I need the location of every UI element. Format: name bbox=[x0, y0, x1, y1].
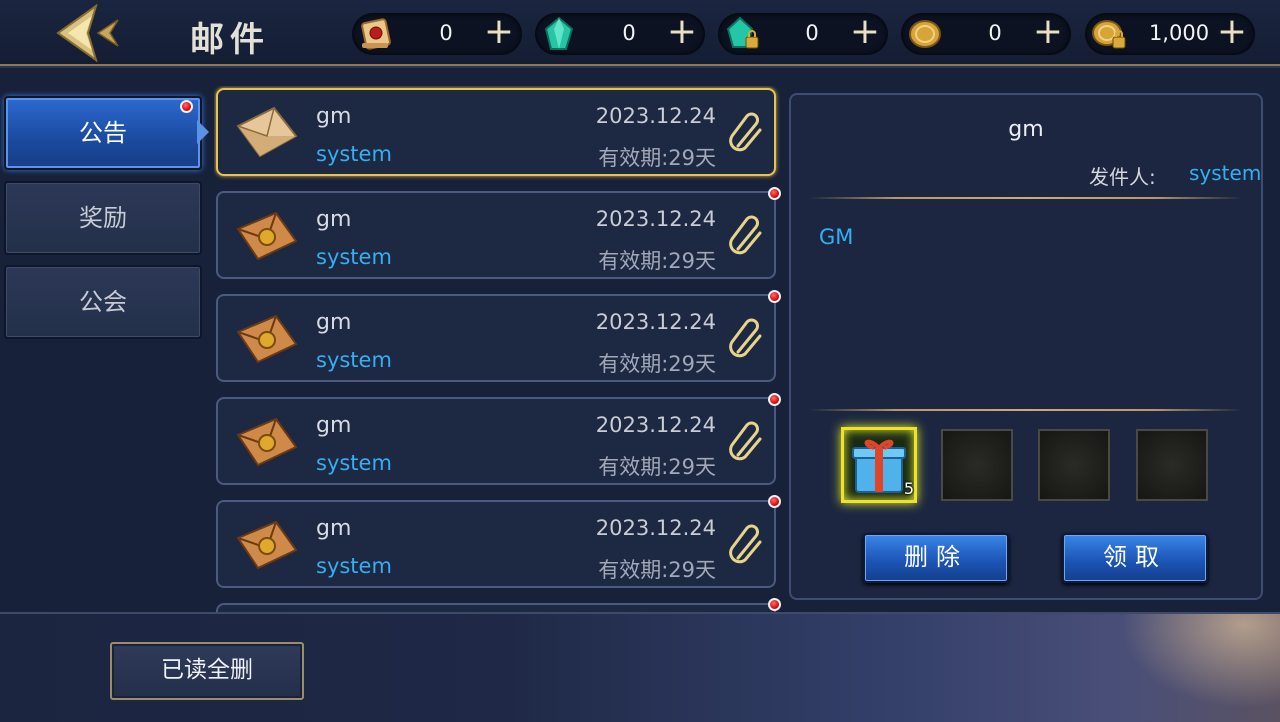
mail-date: 2023.12.24 bbox=[595, 516, 716, 540]
attachment-clip-icon bbox=[729, 215, 762, 255]
unread-dot bbox=[768, 187, 781, 200]
unread-dot bbox=[768, 495, 781, 508]
mail-sender: system bbox=[316, 142, 392, 166]
sealed-envelope-icon bbox=[236, 417, 298, 467]
empty-slot bbox=[941, 429, 1013, 501]
chevron-left-icon bbox=[56, 3, 119, 63]
currency-value: 0 bbox=[988, 21, 1002, 45]
empty-slot bbox=[1136, 429, 1208, 501]
unread-dot bbox=[768, 598, 781, 611]
add-coin-button[interactable]: + bbox=[1031, 14, 1065, 50]
divider bbox=[809, 409, 1243, 411]
scroll-icon bbox=[361, 18, 391, 50]
mail-date: 2023.12.24 bbox=[595, 104, 716, 128]
mail-item[interactable]: gm system 2023.12.24 有效期:29天 bbox=[216, 191, 776, 279]
attachment-clip-icon bbox=[729, 112, 762, 152]
mail-sender: system bbox=[316, 554, 392, 578]
empty-slot bbox=[1038, 429, 1110, 501]
unread-dot bbox=[768, 290, 781, 303]
reward-count: 5 bbox=[903, 479, 914, 498]
sender-label: 发件人: bbox=[1089, 165, 1156, 189]
add-locked-coin-button[interactable]: + bbox=[1215, 14, 1249, 50]
sealed-envelope-icon bbox=[236, 314, 298, 364]
reward-slot[interactable]: 5 bbox=[841, 427, 917, 503]
active-tab-arrow bbox=[197, 120, 209, 144]
delete-read-button[interactable]: 已读全删 bbox=[110, 642, 304, 700]
mail-title: gm bbox=[316, 413, 352, 438]
mail-sender: system bbox=[316, 245, 392, 269]
mail-item[interactable]: gm system 2023.12.24 有效期:29天 bbox=[216, 294, 776, 382]
tab-guild[interactable]: 公会 bbox=[4, 265, 202, 339]
sealed-envelope-icon bbox=[236, 211, 298, 261]
mail-expiry: 有效期:29天 bbox=[598, 249, 716, 273]
sealed-envelope-icon bbox=[236, 520, 298, 570]
coin-icon bbox=[909, 20, 941, 48]
page-title: 邮件 bbox=[190, 20, 270, 60]
divider bbox=[809, 197, 1243, 199]
mail-sender: system bbox=[316, 451, 392, 475]
mail-expiry: 有效期:29天 bbox=[598, 146, 716, 170]
attachment-clip-icon bbox=[729, 524, 762, 564]
attachment-clip-icon bbox=[729, 421, 762, 461]
attachment-clip-icon bbox=[729, 318, 762, 358]
mail-title: gm bbox=[316, 207, 352, 232]
mail-sender: system bbox=[316, 348, 392, 372]
back-button[interactable] bbox=[52, 3, 124, 63]
mail-date: 2023.12.24 bbox=[595, 207, 716, 231]
locked-gem-icon bbox=[726, 16, 759, 49]
mail-body: GM bbox=[819, 225, 854, 249]
add-gem-button[interactable]: + bbox=[665, 14, 699, 50]
mail-date: 2023.12.24 bbox=[595, 413, 716, 437]
mail-item[interactable]: gm system 2023.12.24 有效期:29天 bbox=[216, 397, 776, 485]
mail-list[interactable]: gm system 2023.12.24 有效期:29天 gm system 2… bbox=[214, 86, 782, 612]
currency-gem: 0 + bbox=[535, 13, 705, 55]
background-glow bbox=[1100, 614, 1280, 722]
delete-button[interactable]: 删除 bbox=[863, 533, 1009, 583]
mail-title: gm bbox=[316, 310, 352, 335]
add-locked-gem-button[interactable]: + bbox=[848, 14, 882, 50]
detail-title: gm bbox=[1008, 117, 1044, 142]
bottom-bar: 已读全删 bbox=[0, 612, 1280, 722]
currency-locked-coin: 1,000 + bbox=[1085, 13, 1255, 55]
add-scroll-button[interactable]: + bbox=[482, 14, 516, 50]
currency-coin: 0 + bbox=[901, 13, 1071, 55]
top-bar: 邮件 0 + 0 + 0 + 0 + 1,000 + bbox=[0, 0, 1280, 66]
unread-dot bbox=[768, 393, 781, 406]
mail-expiry: 有效期:29天 bbox=[598, 352, 716, 376]
currency-value: 0 bbox=[439, 21, 453, 45]
detail-sender: system bbox=[1189, 161, 1262, 185]
mail-item[interactable] bbox=[216, 603, 776, 612]
mail-expiry: 有效期:29天 bbox=[598, 455, 716, 479]
mail-title: gm bbox=[316, 516, 352, 541]
mail-date: 2023.12.24 bbox=[595, 310, 716, 334]
mail-detail-panel: gm 发件人: system GM 5 删除 领取 bbox=[789, 93, 1263, 600]
opened-envelope-icon bbox=[236, 106, 298, 158]
claim-button[interactable]: 领取 bbox=[1062, 533, 1208, 583]
unread-dot bbox=[180, 100, 193, 113]
mail-item[interactable]: gm system 2023.12.24 有效期:29天 bbox=[216, 88, 776, 176]
mail-item[interactable]: gm system 2023.12.24 有效期:29天 bbox=[216, 500, 776, 588]
tab-reward[interactable]: 奖励 bbox=[4, 181, 202, 255]
currency-locked-gem: 0 + bbox=[718, 13, 888, 55]
tab-announcement[interactable]: 公告 bbox=[4, 96, 202, 170]
gem-icon bbox=[544, 16, 574, 50]
currency-value: 0 bbox=[805, 21, 819, 45]
currency-scroll: 0 + bbox=[352, 13, 522, 55]
mail-title: gm bbox=[316, 104, 352, 129]
currency-value: 1,000 bbox=[1148, 21, 1210, 45]
locked-coin-icon bbox=[1092, 20, 1126, 49]
mail-expiry: 有效期:29天 bbox=[598, 558, 716, 582]
currency-value: 0 bbox=[622, 21, 636, 45]
